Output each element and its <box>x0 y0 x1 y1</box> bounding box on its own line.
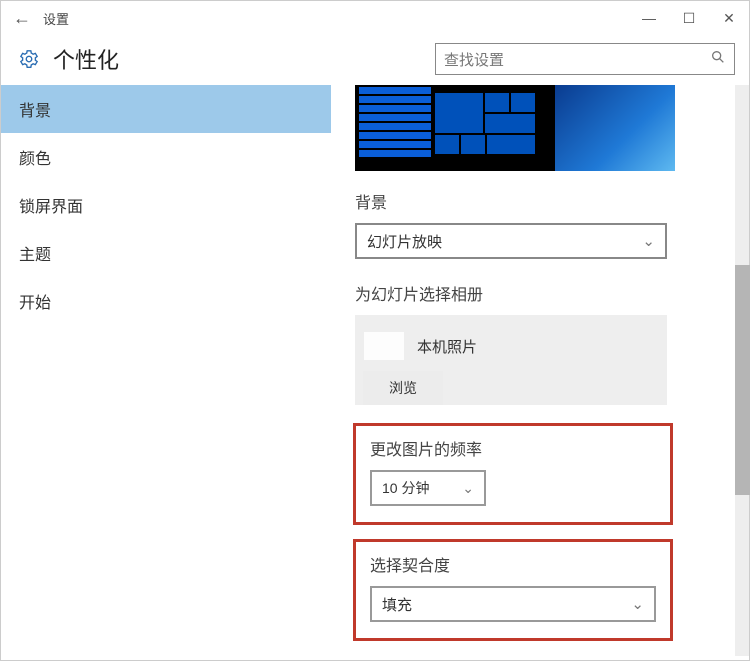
category-title: 个性化 <box>53 43 119 75</box>
sidebar-item-themes[interactable]: 主题 <box>1 229 331 277</box>
chevron-down-icon: ⌄ <box>631 595 644 613</box>
background-dropdown[interactable]: 幻灯片放映 ⌄ <box>355 223 667 259</box>
back-button[interactable]: ← <box>7 8 37 29</box>
content: 背景 幻灯片放映 ⌄ 为幻灯片选择相册 本机照片 浏览 更改图片的频率 <box>331 85 749 656</box>
fit-highlight: 选择契合度 填充 ⌄ <box>353 539 673 641</box>
sidebar-item-background[interactable]: 背景 <box>1 85 331 133</box>
album-section: 本机照片 浏览 <box>355 315 735 405</box>
search-input[interactable]: 查找设置 <box>435 43 735 75</box>
dropdown-value: 填充 <box>382 594 412 615</box>
scrollbar-thumb[interactable] <box>735 265 750 495</box>
close-button[interactable]: ✕ <box>709 1 749 35</box>
frequency-dropdown[interactable]: 10 分钟 ⌄ <box>370 470 486 506</box>
vertical-scrollbar[interactable] <box>735 85 749 656</box>
background-label: 背景 <box>355 189 735 213</box>
sidebar-item-label: 锁屏界面 <box>19 193 83 217</box>
content-wrap: 背景 幻灯片放映 ⌄ 为幻灯片选择相册 本机照片 浏览 更改图片的频率 <box>331 85 749 656</box>
dropdown-value: 10 分钟 <box>382 478 429 498</box>
fit-label: 选择契合度 <box>370 552 656 576</box>
sidebar: 背景 颜色 锁屏界面 主题 开始 <box>1 85 331 656</box>
browse-button[interactable]: 浏览 <box>363 371 443 405</box>
sidebar-item-label: 开始 <box>19 289 51 313</box>
frequency-label: 更改图片的频率 <box>370 436 656 460</box>
sidebar-item-start[interactable]: 开始 <box>1 277 331 325</box>
fit-dropdown[interactable]: 填充 ⌄ <box>370 586 656 622</box>
chevron-down-icon: ⌄ <box>462 480 474 497</box>
search-icon <box>710 49 726 70</box>
sidebar-item-label: 颜色 <box>19 145 51 169</box>
album-card: 本机照片 浏览 <box>355 315 667 405</box>
dropdown-value: 幻灯片放映 <box>367 231 442 252</box>
album-name: 本机照片 <box>417 336 477 357</box>
settings-header: 个性化 查找设置 <box>1 35 749 85</box>
desktop-preview <box>355 85 675 171</box>
sidebar-item-label: 背景 <box>19 97 51 121</box>
maximize-button[interactable]: ☐ <box>669 1 709 35</box>
window-controls: — ☐ ✕ <box>629 1 749 35</box>
sidebar-item-lockscreen[interactable]: 锁屏界面 <box>1 181 331 229</box>
search-placeholder: 查找设置 <box>444 49 710 70</box>
sidebar-item-label: 主题 <box>19 241 51 265</box>
minimize-button[interactable]: — <box>629 1 669 35</box>
album-label: 为幻灯片选择相册 <box>355 281 735 305</box>
window-titlebar: ← 设置 — ☐ ✕ <box>1 1 749 35</box>
main-area: 背景 颜色 锁屏界面 主题 开始 <box>1 85 749 656</box>
gear-icon <box>15 45 43 73</box>
frequency-highlight: 更改图片的频率 10 分钟 ⌄ <box>353 423 673 525</box>
window-title: 设置 <box>43 9 69 28</box>
album-thumbnail <box>363 331 405 361</box>
sidebar-item-colors[interactable]: 颜色 <box>1 133 331 181</box>
chevron-down-icon: ⌄ <box>642 232 655 250</box>
